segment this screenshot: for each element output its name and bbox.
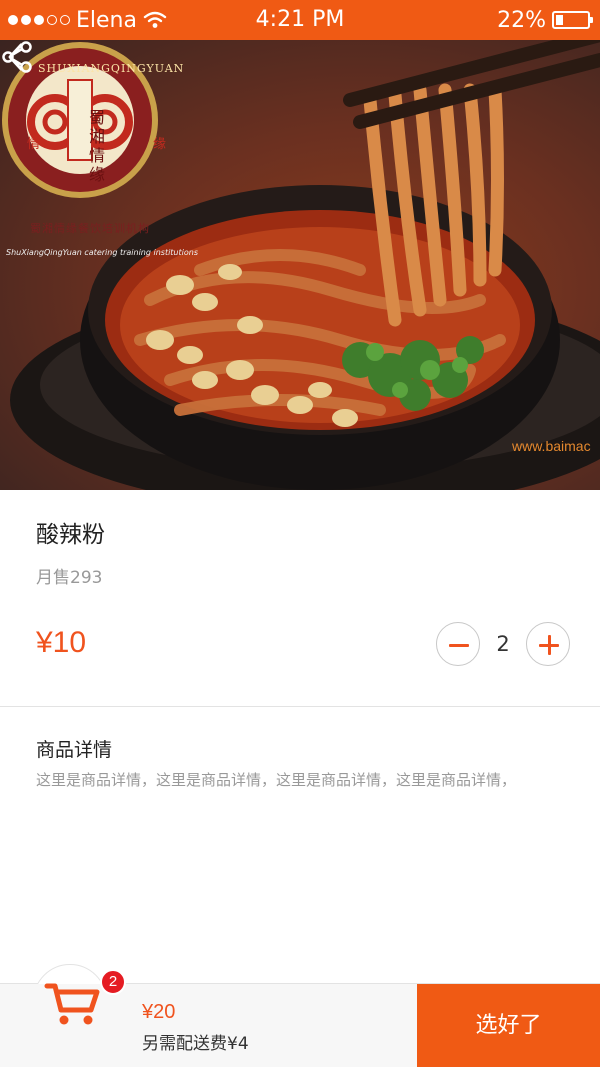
detail-title: 商品详情 [36,739,113,761]
cart-badge: 2 [100,969,126,995]
monthly-sales: 月售293 [36,568,103,588]
detail-text: 这里是商品详情，这里是商品详情，这里是商品详情，这里是商品详情， [36,771,517,789]
battery-fill [556,15,563,25]
status-right: 22% [497,0,593,40]
share-icon[interactable] [0,40,34,74]
increase-quantity-button[interactable] [526,622,570,666]
cart-icon[interactable] [43,978,101,1028]
decrease-quantity-button[interactable] [436,622,480,666]
section-divider [0,706,600,707]
product-name: 酸辣粉 [36,522,105,548]
status-bar: Elena 4:21 PM 22% [0,0,600,40]
logo-caption-cn: 蜀湘情缘餐饮培训机构 [30,222,150,235]
quantity-value: 2 [496,632,510,656]
product-image: SHUXIANGQINGYUAN 蜀湘情缘 情 缘 蜀湘情缘餐饮培训机构 Shu… [0,40,600,490]
logo-arc-text: SHUXIANGQINGYUAN [38,62,185,75]
logo-caption-en: ShuXiangQingYuan catering training insti… [6,248,198,257]
quantity-stepper: 2 [436,622,570,666]
cart-total: ¥20 [142,1001,176,1023]
logo-side-left: 情 [27,137,41,152]
delivery-fee: 另需配送费¥4 [142,1034,249,1054]
confirm-button[interactable]: 选好了 [417,984,600,1067]
product-price: ¥10 [36,626,87,659]
battery-percent: 22% [497,7,546,33]
logo-center-text: 蜀湘情缘 [89,108,106,184]
image-watermark: www.baimac [512,438,591,454]
logo-side-right: 缘 [153,137,167,152]
battery-icon [552,11,593,29]
product-detail-screen: Elena 4:21 PM 22% SHUXIANGQINGYUAN 蜀湘情缘 … [0,0,600,1067]
